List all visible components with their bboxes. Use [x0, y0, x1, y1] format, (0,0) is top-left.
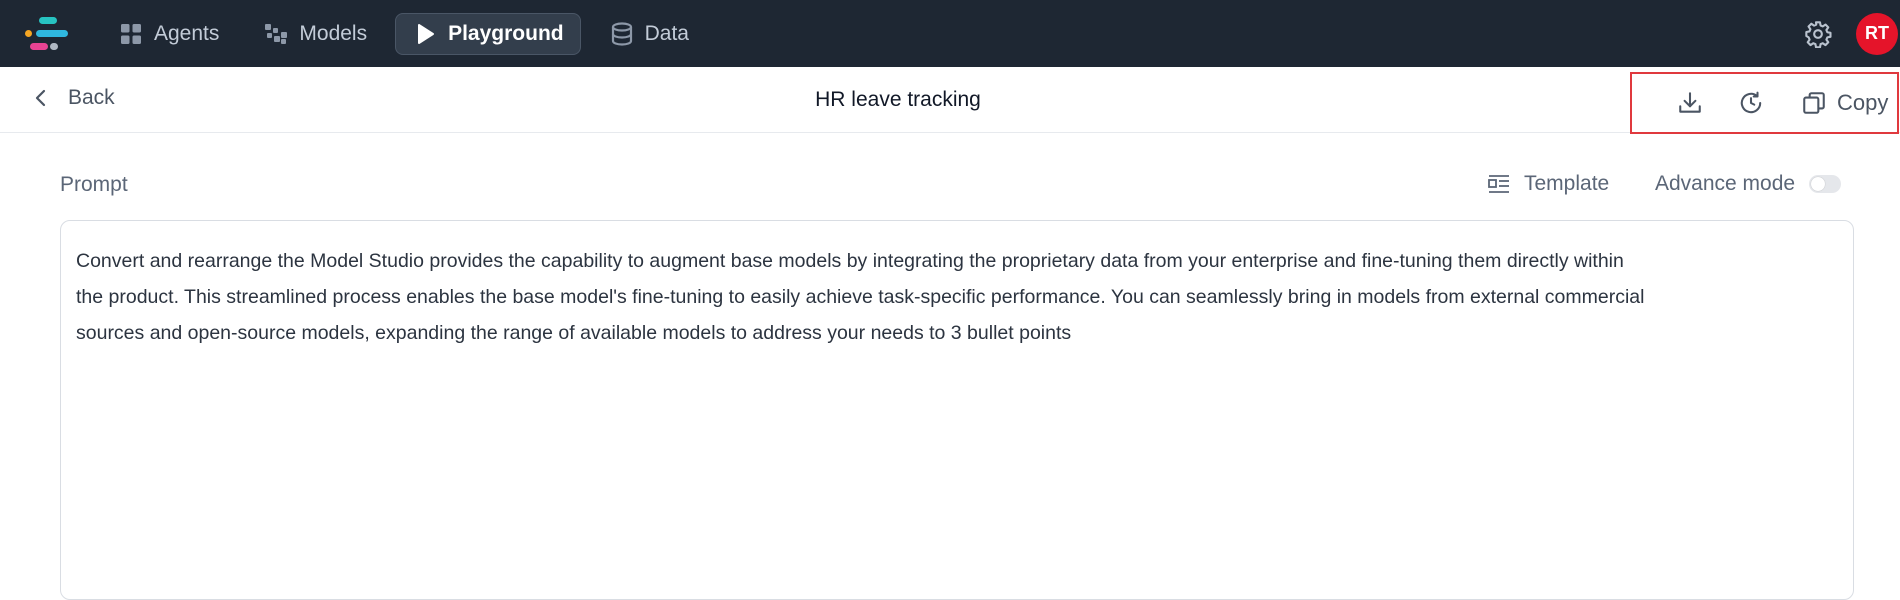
nav-item-models[interactable]: Models — [247, 13, 383, 55]
advance-mode-label: Advance mode — [1655, 172, 1796, 195]
advance-mode-control: Advance mode — [1655, 172, 1842, 196]
copy-icon — [1801, 89, 1829, 117]
grid-icon — [118, 21, 144, 47]
prompt-text-line: the product. This streamlined process en… — [76, 286, 1645, 308]
page-header: Back HR leave tracking Copy — [0, 67, 1900, 134]
main-nav: Agents Models Playground Data — [102, 13, 717, 55]
nav-item-label: Models — [299, 22, 368, 45]
prompt-textarea[interactable]: Convert and rearrange the Model Studio p… — [60, 220, 1854, 600]
top-navigation-bar: Agents Models Playground Data RT — [0, 0, 1900, 67]
download-icon — [1679, 92, 1701, 113]
nav-item-label: Data — [644, 22, 689, 45]
template-label: Template — [1524, 172, 1610, 195]
copy-label: Copy — [1837, 90, 1889, 115]
advance-mode-toggle[interactable] — [1809, 175, 1842, 193]
prompt-text: Convert and rearrange the Model Studio p… — [76, 243, 1836, 351]
history-button[interactable] — [1736, 88, 1766, 118]
copy-button[interactable]: Copy — [1801, 89, 1888, 117]
avatar[interactable]: RT — [1856, 12, 1898, 55]
prompt-label: Prompt — [60, 173, 128, 196]
page-title: HR leave tracking — [815, 88, 981, 111]
models-icon — [263, 21, 289, 47]
download-button[interactable] — [1675, 88, 1705, 118]
history-icon — [1740, 91, 1762, 114]
play-icon — [412, 21, 438, 47]
template-button[interactable]: Template — [1488, 172, 1609, 196]
toggle-knob — [1811, 177, 1826, 191]
app-logo-icon[interactable] — [24, 16, 72, 52]
gear-icon[interactable] — [1802, 18, 1834, 50]
nav-item-label: Playground — [448, 22, 564, 45]
nav-item-data[interactable]: Data — [593, 13, 705, 55]
top-right-controls: RT — [1802, 0, 1900, 67]
nav-item-label: Agents — [154, 22, 220, 45]
template-icon — [1488, 172, 1512, 196]
nav-item-agents[interactable]: Agents — [102, 13, 235, 55]
action-buttons-group: Copy — [1630, 72, 1899, 134]
prompt-text-line: Convert and rearrange the Model Studio p… — [76, 250, 1624, 272]
nav-item-playground[interactable]: Playground — [395, 13, 581, 55]
database-icon — [609, 21, 635, 47]
prompt-text-line: sources and open-source models, expandin… — [76, 322, 1072, 344]
